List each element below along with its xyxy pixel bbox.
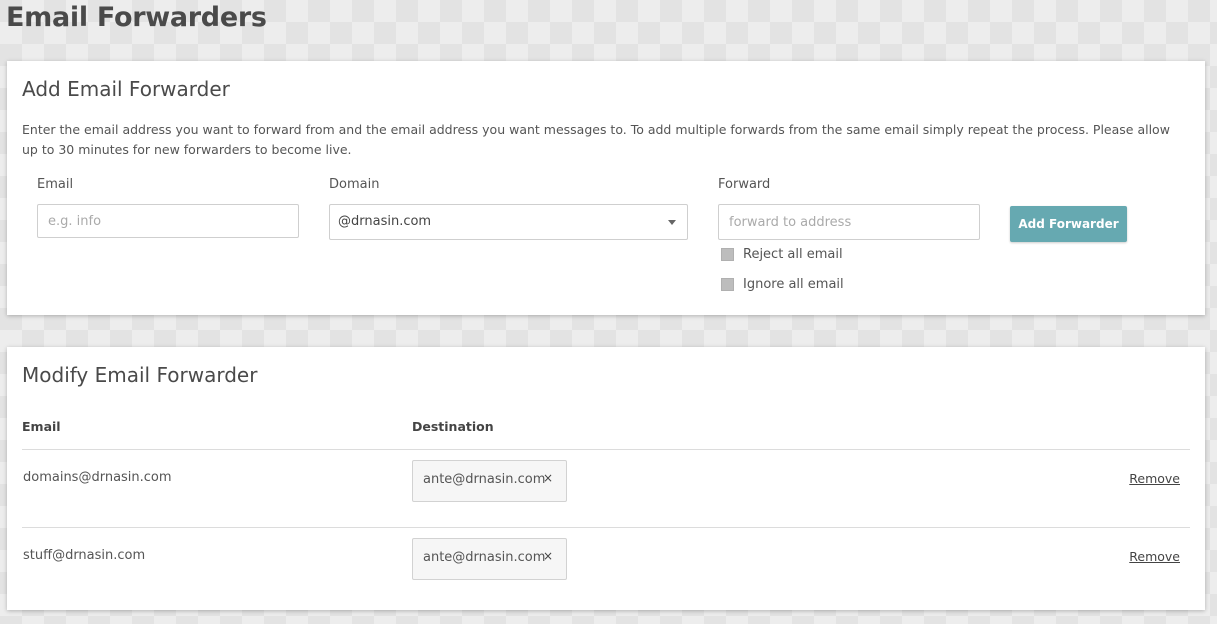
page-title: Email Forwarders (6, 2, 267, 33)
domain-select[interactable]: @drnasin.com (329, 204, 688, 240)
email-input[interactable] (37, 204, 299, 238)
destination-chip: ante@drnasin.com (423, 472, 546, 487)
remove-link[interactable]: Remove (1129, 471, 1180, 486)
destination-chip: ante@drnasin.com (423, 550, 546, 565)
add-forwarder-title: Add Email Forwarder (22, 77, 230, 101)
add-forwarder-button[interactable]: Add Forwarder (1010, 206, 1127, 242)
chevron-down-icon (668, 220, 676, 225)
ignore-all-email-label: Ignore all email (743, 276, 844, 292)
destination-chip-field[interactable]: ante@drnasin.com × (412, 538, 567, 580)
forward-label: Forward (718, 177, 771, 192)
table-divider (22, 449, 1190, 450)
reject-all-email-option[interactable]: Reject all email (721, 246, 843, 262)
row-email: stuff@drnasin.com (23, 548, 146, 563)
modify-forwarder-title: Modify Email Forwarder (22, 363, 258, 387)
modify-forwarder-card: Modify Email Forwarder Email Destination… (7, 347, 1205, 610)
add-forwarder-card: Add Email Forwarder Enter the email addr… (7, 61, 1205, 315)
reject-all-email-checkbox[interactable] (721, 247, 734, 261)
forward-input[interactable] (718, 204, 980, 240)
column-header-destination: Destination (412, 419, 494, 434)
ignore-all-email-checkbox[interactable] (721, 277, 734, 291)
add-forwarder-description: Enter the email address you want to forw… (22, 122, 1170, 157)
domain-label: Domain (329, 177, 380, 192)
row-email: domains@drnasin.com (23, 470, 172, 485)
domain-select-value: @drnasin.com (338, 214, 432, 229)
reject-all-email-label: Reject all email (743, 246, 843, 262)
email-label: Email (37, 177, 74, 192)
close-icon[interactable]: × (543, 549, 553, 563)
table-divider (22, 527, 1190, 528)
close-icon[interactable]: × (543, 471, 553, 485)
remove-link[interactable]: Remove (1129, 549, 1180, 564)
column-header-email: Email (22, 419, 61, 434)
destination-chip-field[interactable]: ante@drnasin.com × (412, 460, 567, 502)
ignore-all-email-option[interactable]: Ignore all email (721, 276, 844, 292)
